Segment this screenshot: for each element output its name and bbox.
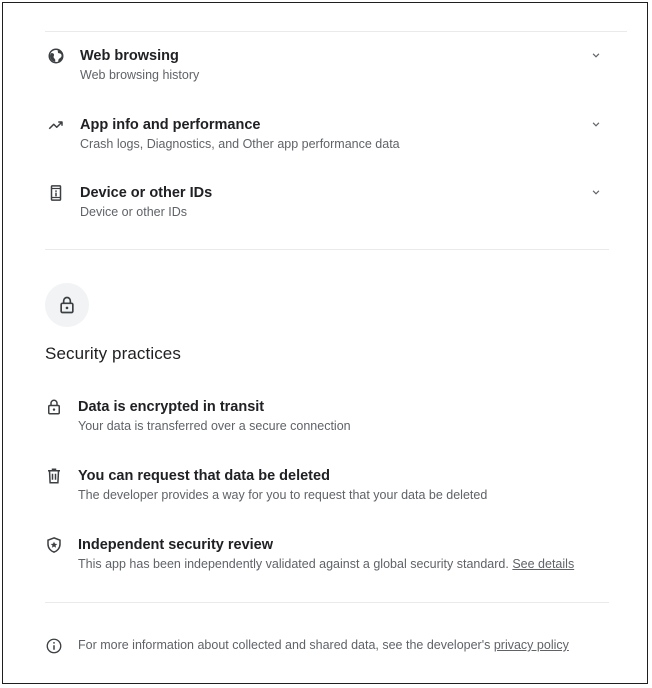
lock-icon [45, 398, 63, 416]
trash-icon [45, 467, 63, 485]
info-icon [45, 637, 63, 655]
footer-divider [45, 602, 609, 603]
chevron-down-icon[interactable] [589, 185, 603, 199]
footer-text-body: For more information about collected and… [78, 638, 491, 652]
security-item-desc: The developer provides a way for you to … [78, 488, 488, 502]
data-safety-panel: Web browsing Web browsing history App in… [2, 2, 648, 684]
security-item-desc: Your data is transferred over a secure c… [78, 419, 351, 433]
section-divider [45, 249, 609, 250]
globe-icon [47, 47, 65, 65]
data-type-title: App info and performance [80, 117, 261, 133]
security-item-title: You can request that data be deleted [78, 468, 330, 484]
security-item-title: Independent security review [78, 537, 274, 553]
security-item-desc-text: This app has been independently validate… [78, 557, 509, 571]
security-item-title: Data is encrypted in transit [78, 399, 265, 415]
security-lock-badge [45, 283, 89, 327]
privacy-policy-link[interactable]: privacy policy [494, 638, 569, 652]
chevron-down-icon[interactable] [589, 117, 603, 131]
top-divider [45, 31, 627, 32]
device-id-icon [47, 184, 65, 202]
shield-star-icon [45, 536, 63, 554]
footer-text: For more information about collected and… [78, 638, 569, 652]
data-type-title: Web browsing [80, 48, 179, 64]
data-type-desc: Crash logs, Diagnostics, and Other app p… [80, 137, 400, 151]
data-type-title: Device or other IDs [80, 185, 213, 201]
data-type-desc: Web browsing history [80, 68, 200, 82]
security-item-desc: This app has been independently validate… [78, 556, 574, 572]
section-title: Security practices [45, 344, 181, 363]
chevron-down-icon[interactable] [589, 48, 603, 62]
see-details-link[interactable]: See details [512, 557, 574, 571]
lock-icon [60, 296, 74, 314]
performance-icon [47, 116, 65, 134]
data-type-desc: Device or other IDs [80, 205, 187, 219]
